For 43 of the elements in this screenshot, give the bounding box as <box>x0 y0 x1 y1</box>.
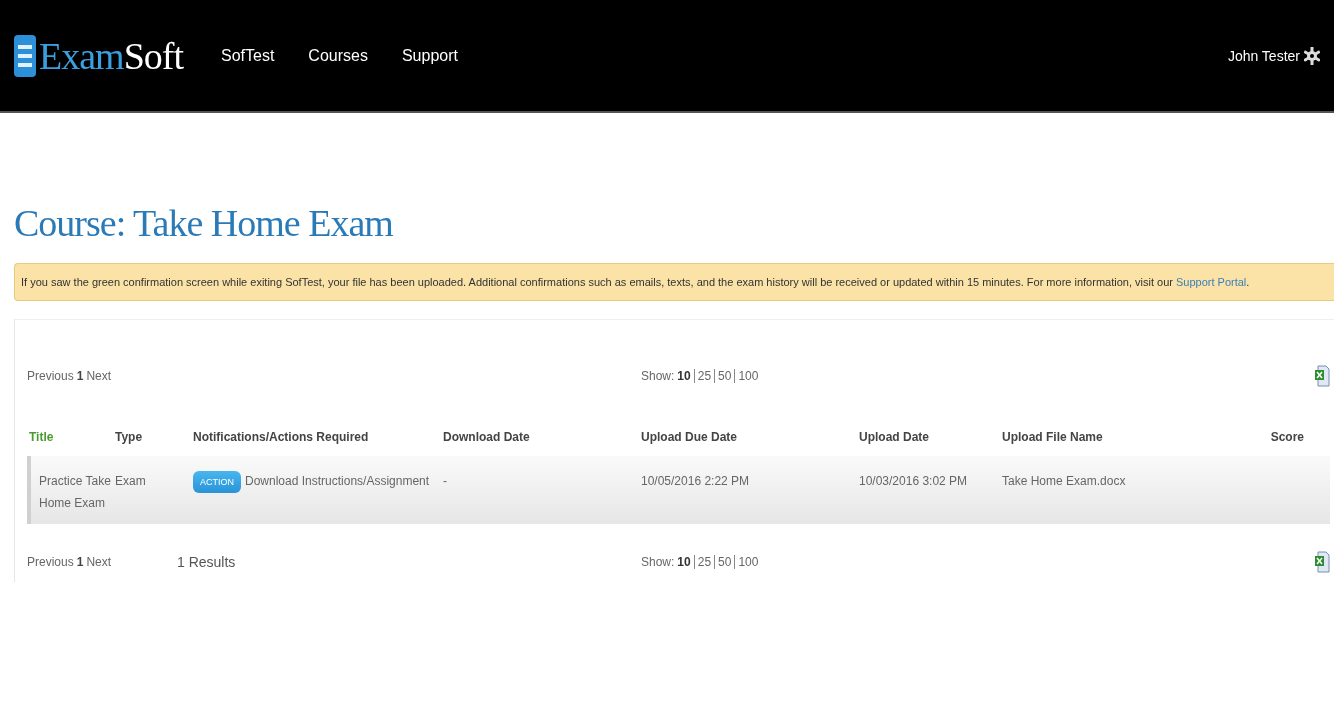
page-size-option[interactable]: 100 <box>734 555 759 569</box>
column-header[interactable]: Upload Date <box>859 430 1002 456</box>
column-header[interactable]: Score <box>1259 430 1330 456</box>
page-size-option[interactable]: 50 <box>714 369 732 383</box>
table-cell: 10/03/2016 3:02 PM <box>859 474 968 488</box>
page-size-option[interactable]: 10 <box>677 555 691 569</box>
page-size-option[interactable]: 25 <box>693 369 712 383</box>
nav-link[interactable]: Courses <box>308 46 368 65</box>
table-cell: - <box>443 474 447 488</box>
action-text: Download Instructions/Assignment <box>245 474 430 488</box>
previous-link[interactable]: Previous <box>27 555 74 569</box>
page-size-option[interactable]: 50 <box>714 555 732 569</box>
column-header[interactable]: Title <box>29 430 115 456</box>
logo-icon <box>14 34 36 77</box>
table-cell: 10/05/2016 2:22 PM <box>641 474 750 488</box>
nav-link[interactable]: Support <box>401 46 458 65</box>
page-title: Course: Take Home Exam <box>14 201 395 245</box>
results-count: 1 Results <box>177 554 236 570</box>
column-header[interactable]: Upload Due Date <box>641 430 859 456</box>
logo-text[interactable]: ExamSoft <box>39 33 183 78</box>
page-size-option[interactable]: 10 <box>677 369 691 383</box>
column-header[interactable]: Upload File Name <box>1002 430 1259 456</box>
column-header[interactable]: Type <box>115 430 193 456</box>
nav-link[interactable]: SofTest <box>221 46 275 65</box>
next-link[interactable]: Next <box>86 369 112 383</box>
table-cell: Take Home Exam.docx <box>1002 474 1126 488</box>
page-number[interactable]: 1 <box>76 369 84 383</box>
show-label: Show: <box>641 555 675 569</box>
page-number[interactable]: 1 <box>76 555 84 569</box>
next-link[interactable]: Next <box>86 555 112 569</box>
page-size-option[interactable]: 100 <box>734 369 759 383</box>
settings-icon[interactable] <box>1304 46 1320 65</box>
excel-export-icon[interactable] <box>1314 551 1330 573</box>
show-label: Show: <box>641 369 675 383</box>
column-header[interactable]: Notifications/Actions Required <box>193 430 443 456</box>
column-header[interactable]: Download Date <box>443 430 641 456</box>
table-cell: Exam <box>115 474 146 488</box>
page-size-option[interactable]: 25 <box>693 555 712 569</box>
previous-link[interactable]: Previous <box>27 369 74 383</box>
user-name[interactable]: John Tester <box>1227 47 1300 64</box>
excel-export-icon[interactable] <box>1314 365 1330 387</box>
table-cell: Practice Take Home Exam <box>39 474 111 510</box>
info-message: If you saw the green confirmation screen while exiting SofTest, your file has been uploaded. Additional confirmations such as emails, texts, and the exam history will be received or updated within 15 minutes. For more information, visit our Support Portal. <box>21 275 1250 290</box>
